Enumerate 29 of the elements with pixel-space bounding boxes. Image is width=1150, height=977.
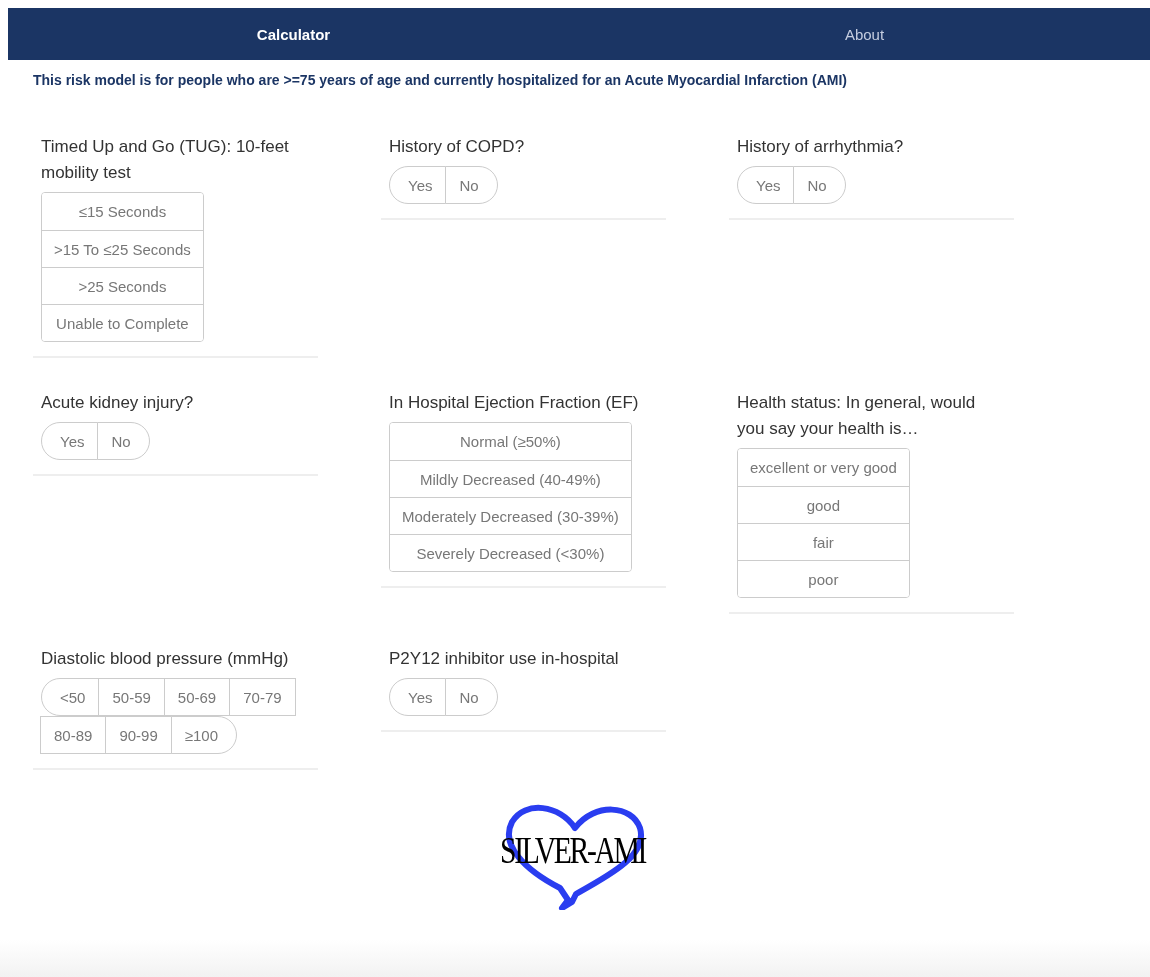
option-button[interactable]: No [445, 678, 498, 716]
option-button[interactable]: ≥100 [170, 716, 237, 754]
question-label: History of COPD? [389, 136, 526, 158]
option-button[interactable]: Unable to Complete [42, 304, 203, 341]
option-button[interactable]: Yes [737, 166, 795, 204]
question-label: In Hospital Ejection Fraction (EF) [389, 392, 640, 414]
option-button[interactable]: Yes [41, 422, 99, 460]
option-button[interactable]: Yes [389, 166, 447, 204]
option-button[interactable]: No [793, 166, 846, 204]
option-button[interactable]: poor [738, 560, 909, 597]
option-button[interactable]: Yes [389, 678, 447, 716]
question-label: History of arrhythmia? [737, 136, 905, 158]
intro-text: This risk model is for people who are >=75 years of age and currently hospitalized for an Acute Myocardial Infarction (AMI) [33, 72, 848, 88]
question-label: Timed Up and Go (TUG): 10-feet mobility test [41, 136, 290, 184]
question-label: Acute kidney injury? [41, 392, 195, 414]
nav-tab[interactable]: Calculator [8, 25, 579, 43]
option-button[interactable]: No [97, 422, 150, 460]
option-button[interactable]: Severely Decreased (<30%) [390, 534, 631, 571]
option-button[interactable]: 80-89 [40, 716, 107, 754]
option-button[interactable]: 50-69 [163, 678, 231, 716]
question-label: Health status: In general, would you say your health is… [737, 392, 977, 440]
question-label: Diastolic blood pressure (mmHg) [41, 648, 290, 670]
option-button[interactable]: 70-79 [229, 678, 296, 716]
question-label: P2Y12 inhibitor use in-hospital [389, 648, 620, 670]
option-button[interactable]: 50-59 [98, 678, 165, 716]
option-button[interactable]: 90-99 [105, 716, 172, 754]
nav-tab[interactable]: About [579, 25, 1150, 43]
option-button[interactable]: No [445, 166, 498, 204]
option-button[interactable]: <50 [41, 678, 100, 716]
